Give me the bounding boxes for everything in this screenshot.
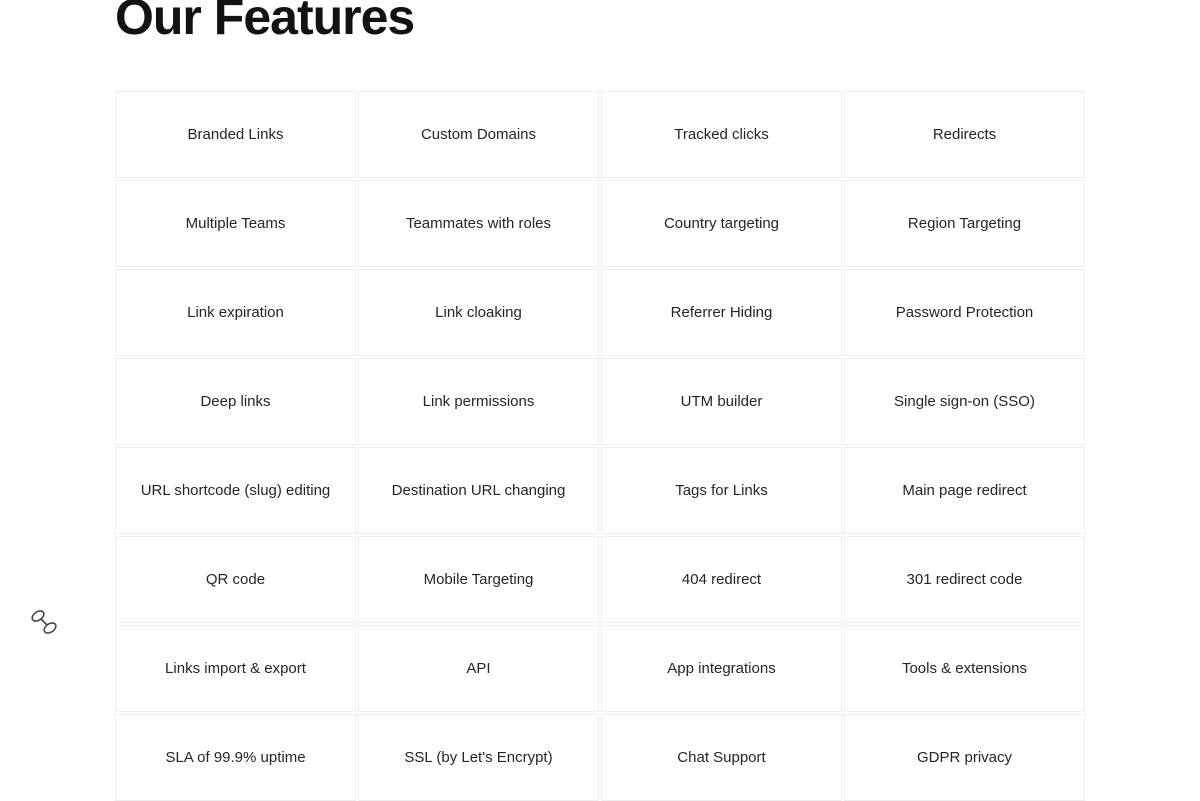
feature-cell: Link permissions <box>358 358 599 445</box>
page-heading: Our Features <box>115 0 1085 45</box>
feature-cell: App integrations <box>601 625 842 712</box>
feature-cell: API <box>358 625 599 712</box>
feature-cell: Main page redirect <box>844 447 1085 534</box>
feature-cell: Tags for Links <box>601 447 842 534</box>
feature-cell: URL shortcode (slug) editing <box>115 447 356 534</box>
feature-cell: Region Targeting <box>844 180 1085 267</box>
feature-cell: Single sign-on (SSO) <box>844 358 1085 445</box>
feature-cell: 301 redirect code <box>844 536 1085 623</box>
feature-cell: Custom Domains <box>358 91 599 178</box>
feature-cell: QR code <box>115 536 356 623</box>
feature-cell: Branded Links <box>115 91 356 178</box>
features-grid: Branded Links Custom Domains Tracked cli… <box>115 91 1085 801</box>
feature-cell: Links import & export <box>115 625 356 712</box>
feature-cell: Country targeting <box>601 180 842 267</box>
feature-cell: Multiple Teams <box>115 180 356 267</box>
feature-cell: 404 redirect <box>601 536 842 623</box>
feature-cell: UTM builder <box>601 358 842 445</box>
feature-cell: Link cloaking <box>358 269 599 356</box>
feature-cell: Mobile Targeting <box>358 536 599 623</box>
feature-cell: Deep links <box>115 358 356 445</box>
feature-cell: Redirects <box>844 91 1085 178</box>
feature-cell: Tracked clicks <box>601 91 842 178</box>
feature-cell: Destination URL changing <box>358 447 599 534</box>
feature-cell: SLA of 99.9% uptime <box>115 714 356 801</box>
feature-cell: Chat Support <box>601 714 842 801</box>
feature-cell: GDPR privacy <box>844 714 1085 801</box>
feature-cell: Tools & extensions <box>844 625 1085 712</box>
feature-cell: Link expiration <box>115 269 356 356</box>
feature-cell: Password Protection <box>844 269 1085 356</box>
chain-link-icon[interactable] <box>27 605 63 641</box>
feature-cell: Teammates with roles <box>358 180 599 267</box>
feature-cell: SSL (by Let's Encrypt) <box>358 714 599 801</box>
feature-cell: Referrer Hiding <box>601 269 842 356</box>
